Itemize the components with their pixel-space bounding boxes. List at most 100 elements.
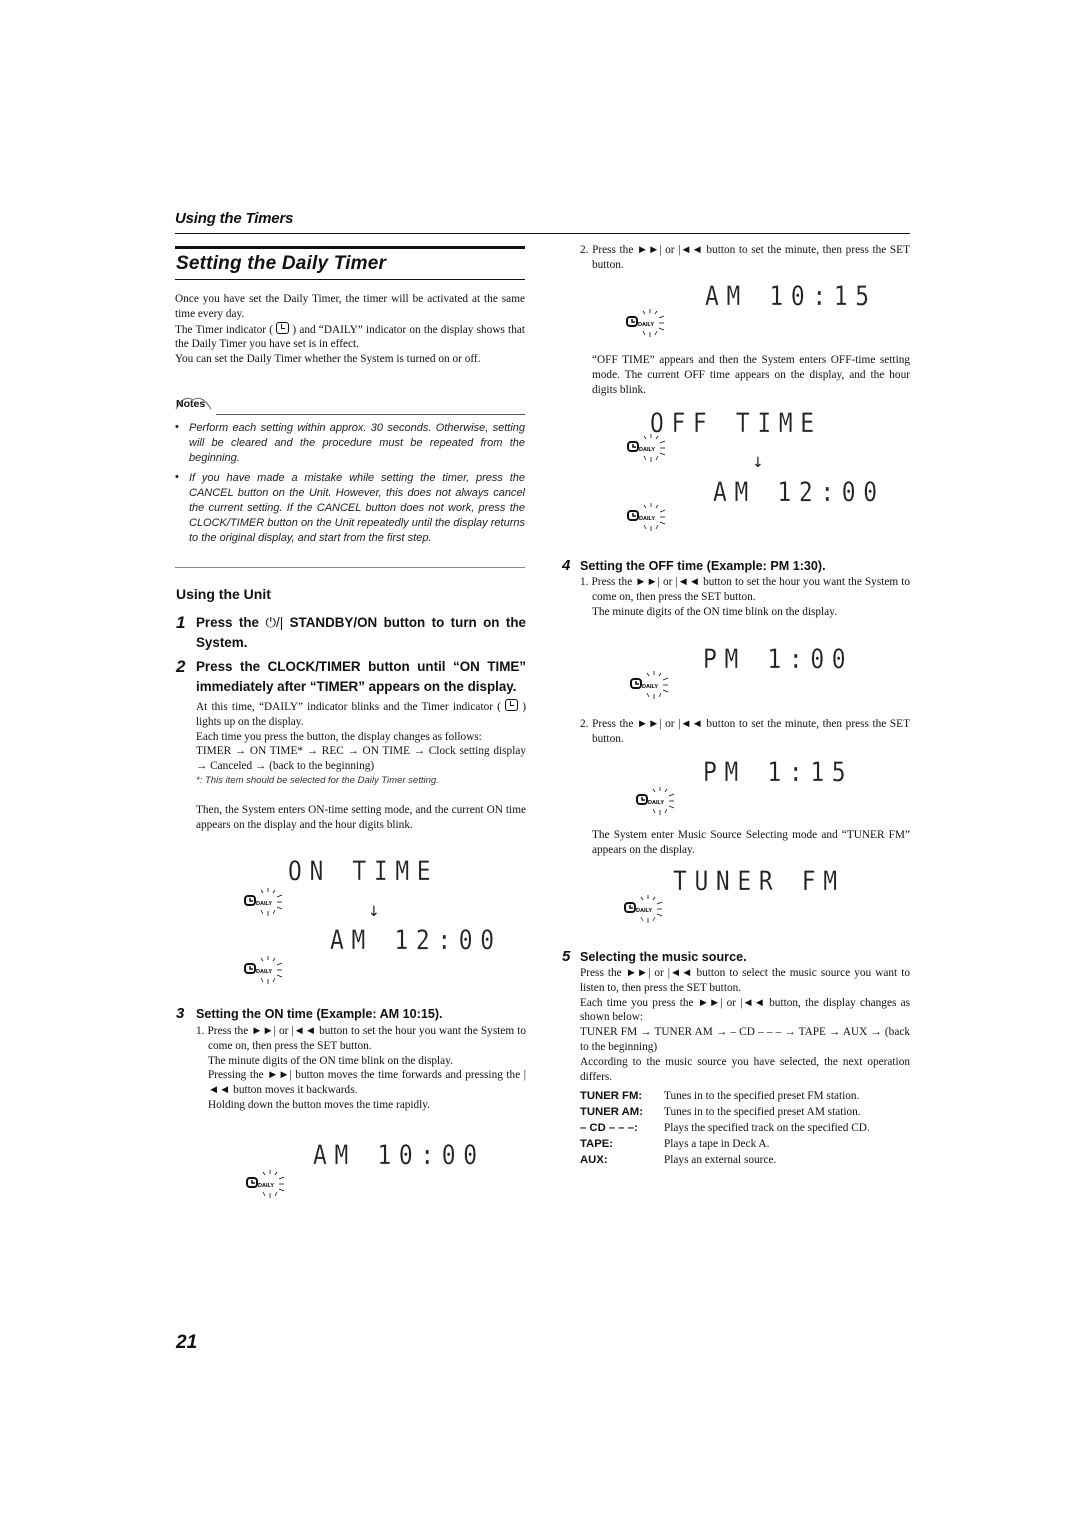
title-bottom-rule <box>175 279 525 280</box>
step-number: 5 <box>562 948 571 965</box>
timer-icon <box>276 321 290 334</box>
step-number: 4 <box>562 557 571 574</box>
bullet: • <box>175 470 179 483</box>
daily-timer-indicator: DAILY <box>627 503 673 542</box>
step-text: Press the <box>196 615 266 630</box>
source-term: AUX: <box>580 1154 608 1167</box>
source-row: AUX: Plays an external source. <box>580 1152 910 1168</box>
step-3-substep-1: 1. Press the ►►| or |◄◄ button to set th… <box>196 1025 526 1052</box>
page-number: 21 <box>176 1332 198 1353</box>
step-4: 4 Setting the OFF time (Example: PM 1:30… <box>562 557 910 619</box>
daily-blink-icon: DAILY <box>626 309 665 337</box>
source-row: TUNER AM: Tunes in to the specified prese… <box>580 1104 910 1120</box>
daily-blink-icon: DAILY <box>244 888 283 916</box>
intro-paragraph-1: Once you have set the Daily Timer, the t… <box>175 293 525 320</box>
step-1: 1 Press the ⏻/| STANDBY/ON button to tur… <box>176 613 526 653</box>
notes-heading: Notes <box>175 397 212 410</box>
section-header: Using the Timers <box>175 210 294 227</box>
daily-timer-indicator: DAILY <box>246 1170 292 1209</box>
source-desc: Tunes in to the specified preset FM stat… <box>664 1090 860 1103</box>
daily-blink-icon: DAILY <box>624 895 663 923</box>
svg-text:DAILY: DAILY <box>256 901 272 907</box>
step-2-body: At this time, “DAILY” indicator blinks a… <box>196 699 526 832</box>
svg-text:DAILY: DAILY <box>638 322 654 328</box>
svg-text:DAILY: DAILY <box>648 800 664 806</box>
step-2-text: Press the CLOCK/TIMER button until “ON T… <box>196 659 526 694</box>
footnote: *: This item should be selected for the … <box>196 774 439 786</box>
step-5-text: According to the music source you have s… <box>580 1055 910 1083</box>
step-3: 3 Setting the ON time (Example: AM 10:15… <box>176 1005 526 1113</box>
daily-blink-icon: DAILY <box>627 503 666 531</box>
step-4-text: The minute digits of the ON time blink o… <box>592 605 837 618</box>
svg-text:DAILY: DAILY <box>639 447 655 453</box>
intro-text-part: The Timer indicator ( <box>175 323 277 336</box>
lcd-display-on-time: ON TIME <box>288 856 439 887</box>
step-1-text: Press the ⏻/| STANDBY/ON button to turn … <box>196 613 526 653</box>
source-row: TAPE: Plays a tape in Deck A. <box>580 1136 910 1152</box>
daily-timer-indicator: DAILY <box>636 787 682 826</box>
step-3-title: Setting the ON time (Example: AM 10:15). <box>196 1007 443 1021</box>
lcd-display-time: PM 1:00 <box>703 644 854 675</box>
step-2-para: Each time you press the button, the disp… <box>196 730 482 743</box>
source-term: TAPE: <box>580 1138 614 1151</box>
step-3-text: Pressing the ►►| button moves the time f… <box>208 1069 526 1097</box>
lcd-display-time: AM 10:15 <box>705 281 877 312</box>
daily-timer-indicator: DAILY <box>630 671 676 710</box>
daily-timer-indicator: DAILY <box>627 434 673 473</box>
notes-bottom-rule <box>175 567 525 568</box>
daily-timer-indicator: DAILY <box>244 888 290 927</box>
step-4-text: The System enter Music Source Selecting … <box>592 829 910 856</box>
lcd-display-off-time: OFF TIME <box>650 408 822 439</box>
lcd-display-time: AM 10:00 <box>313 1140 485 1171</box>
svg-text:DAILY: DAILY <box>256 969 272 975</box>
step-5: 5 Selecting the music source. Press the … <box>562 948 910 1168</box>
note-item: • If you have made a mistake while setti… <box>175 471 525 547</box>
daily-blink-icon: DAILY <box>636 787 675 815</box>
display-sequence: TIMER → ON TIME* → REC → ON TIME → Clock… <box>196 745 526 773</box>
source-term: TUNER FM: <box>580 1090 643 1103</box>
timer-icon <box>505 699 519 711</box>
notes-rule <box>216 414 525 415</box>
down-arrow-icon: ↓ <box>752 455 764 471</box>
daily-timer-indicator: DAILY <box>624 895 670 934</box>
source-desc: Tunes in to the specified preset AM stat… <box>664 1106 861 1119</box>
step-2: 2 Press the CLOCK/TIMER button until “ON… <box>176 657 526 832</box>
step-2-para: Then, the System enters ON-time setting … <box>196 803 526 831</box>
step-number: 2 <box>176 657 186 676</box>
section-divider <box>175 233 910 234</box>
source-desc: Plays an external source. <box>664 1154 777 1167</box>
intro-paragraph-2: The Timer indicator ( ) and “DAILY” indi… <box>175 321 525 353</box>
svg-text:DAILY: DAILY <box>639 516 655 522</box>
daily-blink-icon: DAILY <box>246 1170 285 1198</box>
lcd-display-time: PM 1:15 <box>703 757 854 788</box>
daily-blink-icon: DAILY <box>244 956 283 984</box>
note-text: Perform each setting within approx. 30 s… <box>189 422 525 465</box>
daily-blink-icon: DAILY <box>630 671 669 699</box>
lcd-display-time: AM 12:00 <box>713 477 885 508</box>
note-item: • Perform each setting within approx. 30… <box>175 421 525 467</box>
lcd-display-time: AM 12:00 <box>330 925 502 956</box>
source-desc: Plays the specified track on the specifi… <box>664 1122 870 1135</box>
subsection-heading: Using the Unit <box>176 586 271 602</box>
bullet: • <box>175 421 179 433</box>
step-3-text: The minute digits of the ON time blink o… <box>208 1054 453 1067</box>
note-text: If you have made a mistake while setting… <box>189 471 525 545</box>
source-row: – CD – – –: Plays the specified track on … <box>580 1120 910 1136</box>
step-5-title: Selecting the music source. <box>580 950 747 964</box>
page-title: Setting the Daily Timer <box>176 253 387 274</box>
intro-text: Once you have set the Daily Timer, the t… <box>175 292 525 367</box>
step-5-text: Each time you press the ►►| or |◄◄ butto… <box>580 996 910 1024</box>
source-list: TUNER FM: Tunes in to the specified prese… <box>580 1088 910 1168</box>
intro-paragraph-3: You can set the Daily Timer whether the … <box>175 353 481 366</box>
step-5-text: Press the ►►| or |◄◄ button to select th… <box>580 967 910 994</box>
source-row: TUNER FM: Tunes in to the specified prese… <box>580 1088 910 1104</box>
svg-text:DAILY: DAILY <box>636 908 652 914</box>
step-3-text: Holding down the button moves the time r… <box>208 1098 431 1111</box>
title-top-rule <box>175 246 525 249</box>
step-3-text: “OFF TIME” appears and then the System e… <box>592 354 910 396</box>
daily-timer-indicator: DAILY <box>626 309 672 348</box>
step-4-substep-2: 2. Press the ►►| or |◄◄ button to set th… <box>580 718 910 745</box>
svg-text:DAILY: DAILY <box>258 1183 274 1189</box>
down-arrow-icon: ↓ <box>368 904 380 920</box>
daily-blink-icon: DAILY <box>627 434 666 462</box>
